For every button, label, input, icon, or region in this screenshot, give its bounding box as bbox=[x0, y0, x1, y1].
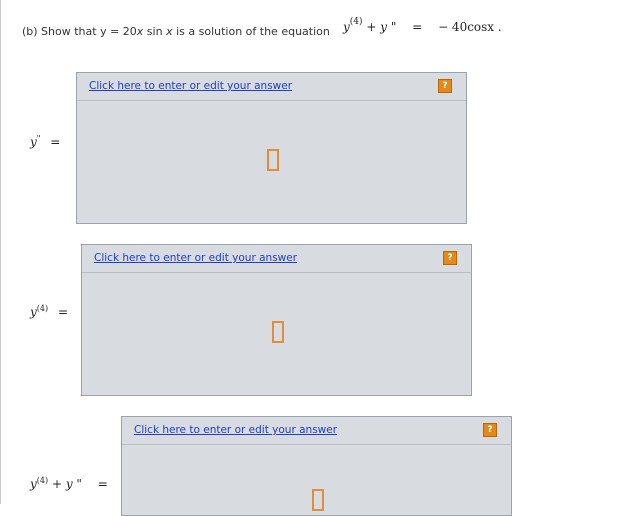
input-cursor[interactable] bbox=[272, 321, 284, 343]
input-cursor[interactable] bbox=[312, 489, 324, 511]
target-equation: y(4) + y " = − 40cosx . bbox=[343, 17, 502, 34]
answer-box-header: Click here to enter or edit your answer … bbox=[77, 73, 466, 101]
edit-answer-link[interactable]: Click here to enter or edit your answer bbox=[89, 80, 292, 92]
answer-box-second-derivative[interactable]: Click here to enter or edit your answer … bbox=[76, 72, 467, 224]
help-icon[interactable]: ? bbox=[483, 423, 497, 437]
help-icon[interactable]: ? bbox=[443, 251, 457, 265]
edit-answer-link[interactable]: Click here to enter or edit your answer bbox=[94, 252, 297, 264]
answer-box-sum[interactable]: Click here to enter or edit your answer … bbox=[121, 416, 512, 516]
sum-label: y(4) + y " = bbox=[30, 476, 108, 491]
question-prompt: (b) Show that y = 20x sin x is a solutio… bbox=[22, 25, 330, 38]
help-icon[interactable]: ? bbox=[438, 79, 452, 93]
input-cursor[interactable] bbox=[267, 149, 279, 171]
edit-answer-link[interactable]: Click here to enter or edit your answer bbox=[134, 424, 337, 436]
answer-box-fourth-derivative[interactable]: Click here to enter or edit your answer … bbox=[81, 244, 472, 396]
second-derivative-label: y" = bbox=[30, 134, 61, 149]
fourth-derivative-label: y(4) = bbox=[30, 304, 69, 319]
answer-box-header: Click here to enter or edit your answer … bbox=[122, 417, 511, 445]
answer-box-header: Click here to enter or edit your answer … bbox=[82, 245, 471, 273]
